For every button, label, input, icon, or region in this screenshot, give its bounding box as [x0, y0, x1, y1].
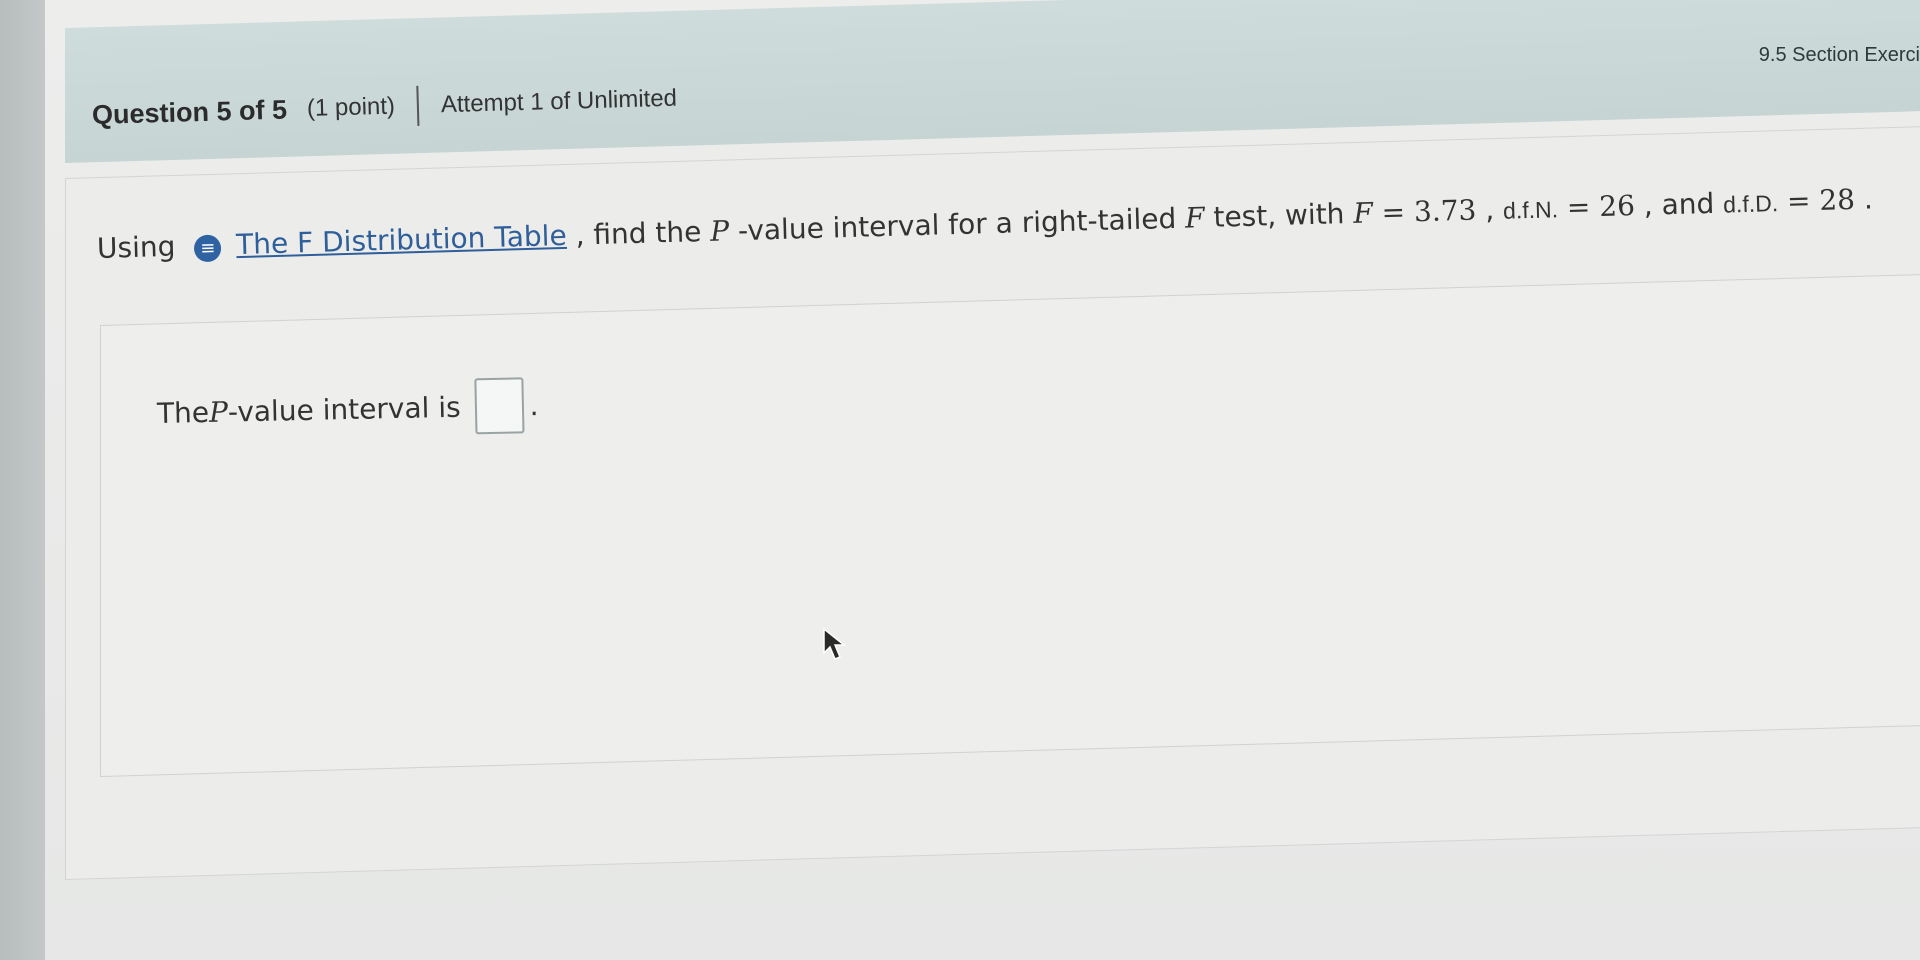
section-title: 9.5 Section Exercis	[1758, 44, 1920, 66]
dfn-equals: =	[1566, 190, 1591, 224]
question-end-period: .	[1863, 182, 1874, 216]
p-symbol: P	[709, 214, 730, 248]
question-points: (1 point)	[306, 92, 396, 122]
dfn-value: 26	[1598, 189, 1636, 224]
dfd-value: 28	[1818, 182, 1856, 217]
info-icon[interactable]: ≡	[193, 234, 222, 263]
dfn-label: d.f.N.	[1502, 196, 1559, 224]
question-prefix: Using	[96, 229, 176, 265]
dfd-label: d.f.D.	[1722, 190, 1779, 218]
question-text-mid: , find the	[575, 214, 711, 252]
answer-card	[100, 274, 1920, 777]
attempt-counter: Attempt 1 of Unlimited	[440, 84, 678, 119]
mouse-cursor-icon	[823, 627, 847, 660]
answer-text: The P -value interval is .	[156, 377, 539, 441]
question-text-test-with: test, with	[1213, 196, 1354, 234]
dfd-equals: =	[1786, 184, 1811, 218]
answer-suffix: -value interval is	[227, 390, 461, 429]
f-value: 3.73	[1413, 193, 1477, 229]
f-equals: =	[1381, 195, 1406, 230]
answer-end-period: .	[529, 388, 539, 422]
answer-p-symbol: P	[208, 395, 229, 429]
comma-1: ,	[1484, 192, 1504, 227]
f-symbol: F	[1184, 201, 1206, 235]
f-value-symbol: F	[1352, 196, 1374, 230]
comma-and: , and	[1643, 186, 1724, 222]
question-number: Question 5 of 5	[91, 94, 288, 130]
p-value-interval-input[interactable]	[474, 377, 525, 435]
header-divider	[416, 85, 420, 126]
answer-prefix: The	[156, 395, 210, 430]
